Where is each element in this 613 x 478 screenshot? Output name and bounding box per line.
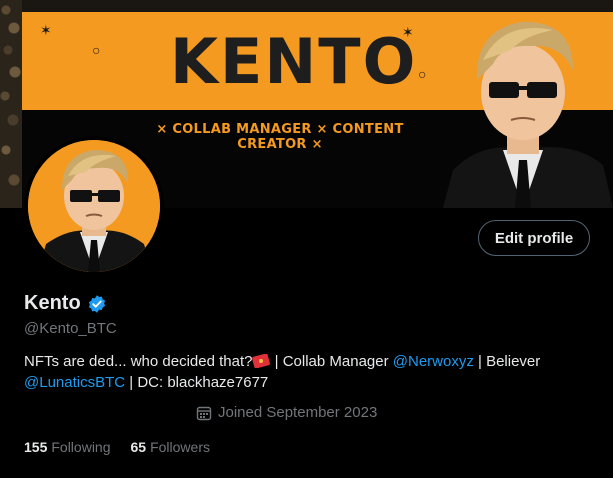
- banner-tagline: × COLLAB MANAGER × CONTENT CREATOR ×: [156, 122, 404, 152]
- banner-rock-border: [0, 0, 22, 208]
- followers-link[interactable]: 65 Followers: [131, 439, 210, 455]
- bio-mention-link[interactable]: @LunaticsBTC: [24, 374, 125, 391]
- profile-avatar[interactable]: [24, 136, 164, 276]
- bio-text: | Believer: [473, 353, 541, 370]
- user-handle: @Kento_BTC: [24, 320, 117, 337]
- joined-text: Joined September 2023: [218, 404, 378, 421]
- avatar-character-illustration: [28, 140, 160, 272]
- banner-character-illustration: [443, 21, 613, 208]
- following-link[interactable]: 155 Following: [24, 439, 111, 455]
- profile-bio: NFTs are ded... who decided that? | Coll…: [24, 351, 584, 393]
- bio-text: NFTs are ded... who decided that?: [24, 353, 253, 370]
- followers-count: 65: [130, 439, 147, 455]
- calendar-icon: [196, 406, 212, 420]
- name-row: Kento: [24, 292, 107, 315]
- avatar-image: [28, 140, 160, 272]
- red-envelope-icon: [252, 354, 271, 368]
- joined-date: Joined September 2023: [196, 404, 377, 421]
- bio-text: | DC: blackhaze7677: [125, 374, 269, 391]
- banner-doodle: ○: [92, 42, 101, 58]
- follow-stats: 155 Following 65 Followers: [24, 439, 210, 455]
- banner-title: KENTO: [170, 25, 418, 98]
- display-name: Kento: [24, 292, 81, 314]
- verified-badge-icon[interactable]: [87, 294, 107, 314]
- following-count: 155: [24, 439, 48, 455]
- banner-doodle: ✶: [40, 22, 52, 38]
- edit-profile-button[interactable]: Edit profile: [478, 220, 590, 256]
- bio-text: | Collab Manager: [270, 353, 393, 370]
- followers-label: Followers: [150, 439, 210, 455]
- following-label: Following: [51, 439, 111, 455]
- bio-mention-link[interactable]: @Nerwoxyz: [393, 353, 474, 370]
